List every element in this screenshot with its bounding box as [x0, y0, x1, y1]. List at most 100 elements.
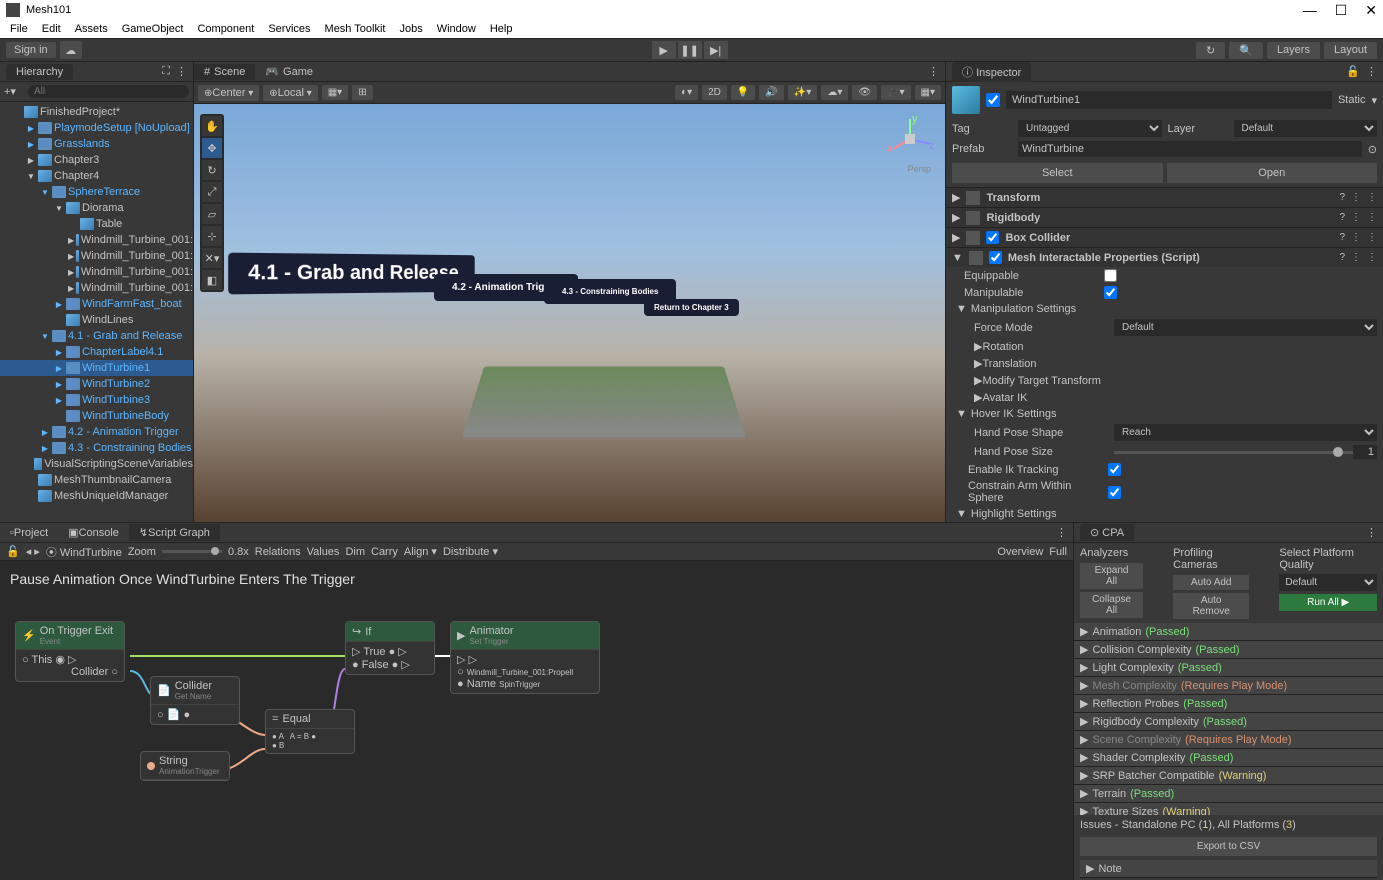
- rotate-tool[interactable]: ↻: [202, 160, 222, 180]
- hierarchy-item[interactable]: ▶WindFarmFast_boat: [0, 296, 193, 312]
- maximize-icon[interactable]: ☐: [1335, 2, 1348, 19]
- grid-button[interactable]: ▦▾: [322, 85, 348, 100]
- expand-all-button[interactable]: Expand All: [1080, 563, 1143, 589]
- node-string[interactable]: StringAnimationTrigger: [140, 751, 230, 781]
- prefab-field[interactable]: WindTurbine: [1018, 141, 1362, 157]
- panel-menu-icon[interactable]: ⋮: [1056, 526, 1067, 539]
- carry-toggle[interactable]: Carry: [371, 546, 398, 558]
- gizmo-visibility[interactable]: 👁: [852, 85, 877, 100]
- hierarchy-item[interactable]: ▶WindTurbine3: [0, 392, 193, 408]
- node-animator[interactable]: ▶AnimatorSet Trigger ▷ ▷○ Windmill_Turbi…: [450, 621, 600, 694]
- enable-ik-checkbox[interactable]: [1108, 463, 1121, 476]
- dim-toggle[interactable]: Dim: [345, 546, 365, 558]
- menu-services[interactable]: Services: [262, 21, 316, 37]
- fullscreen-button[interactable]: Full: [1049, 546, 1067, 558]
- cloud-button[interactable]: ☁: [60, 41, 82, 59]
- object-name-field[interactable]: [1006, 91, 1332, 109]
- undo-history-button[interactable]: ↻: [1196, 42, 1225, 59]
- component-mesh-interactable-properties-script-[interactable]: ▼Mesh Interactable Properties (Script)?⋮…: [946, 247, 1383, 267]
- cpa-item[interactable]: ▶Collision Complexity (Passed): [1074, 641, 1383, 659]
- menu-window[interactable]: Window: [431, 21, 482, 37]
- console-tab[interactable]: ▣Console: [58, 524, 129, 541]
- cpa-item[interactable]: ▶SRP Batcher Compatible (Warning): [1074, 767, 1383, 785]
- prefab-open-button[interactable]: Open: [1167, 163, 1378, 183]
- hierarchy-item[interactable]: ▼Chapter4: [0, 168, 193, 184]
- cam-toggle[interactable]: ☁▾: [821, 85, 848, 100]
- align-dropdown[interactable]: Align ▾: [404, 545, 437, 558]
- hierarchy-item[interactable]: ▶Windmill_Turbine_001:: [0, 232, 193, 248]
- panel-menu-icon[interactable]: ⋮: [1366, 65, 1377, 78]
- cpa-item[interactable]: ▶Mesh Complexity (Requires Play Mode): [1074, 677, 1383, 695]
- scene-tab[interactable]: #Scene: [194, 64, 255, 80]
- move-tool[interactable]: ✥: [202, 138, 222, 158]
- cpa-item[interactable]: ▶Texture Sizes (Warning): [1074, 803, 1383, 815]
- active-checkbox[interactable]: [986, 93, 1000, 107]
- layout-dropdown[interactable]: Layout: [1324, 42, 1377, 59]
- cpa-item[interactable]: ▶Reflection Probes (Passed): [1074, 695, 1383, 713]
- step-button[interactable]: ▶|: [704, 41, 728, 59]
- menu-assets[interactable]: Assets: [69, 21, 114, 37]
- scene-view[interactable]: ✋ ✥ ↻ ⤢ ▱ ⊹ ✕▾ ◧ 4.1 - Grab and Release …: [194, 104, 945, 522]
- node-equal[interactable]: =Equal ● A A = B ● ● B: [265, 709, 355, 754]
- hierarchy-add-button[interactable]: +▾: [4, 85, 22, 99]
- manipulable-checkbox[interactable]: [1104, 286, 1117, 299]
- audio-toggle[interactable]: 🔊: [759, 85, 783, 100]
- hierarchy-item[interactable]: VisualScriptingSceneVariables: [0, 456, 193, 472]
- draw-mode-button[interactable]: ◐▾: [675, 85, 698, 100]
- values-toggle[interactable]: Values: [307, 546, 340, 558]
- cpa-item[interactable]: ▶Light Complexity (Passed): [1074, 659, 1383, 677]
- menu-component[interactable]: Component: [191, 21, 260, 37]
- gizmos-dropdown[interactable]: ▦▾: [915, 85, 941, 100]
- hierarchy-item[interactable]: ▶Chapter3: [0, 152, 193, 168]
- cpa-item[interactable]: ▶Scene Complexity (Requires Play Mode): [1074, 731, 1383, 749]
- cpa-item[interactable]: ▶Shader Complexity (Passed): [1074, 749, 1383, 767]
- minimize-icon[interactable]: —: [1303, 2, 1317, 19]
- layer-dropdown[interactable]: Default: [1234, 120, 1378, 137]
- static-dropdown[interactable]: ▾: [1371, 94, 1377, 107]
- node-get-name[interactable]: 📄ColliderGet Name ○ 📄 ●: [150, 676, 240, 725]
- hand-pose-shape-dropdown[interactable]: Reach: [1114, 424, 1377, 441]
- pivot-dropdown[interactable]: ⊕Center ▾: [198, 85, 259, 101]
- game-tab[interactable]: 🎮Game: [255, 63, 323, 80]
- cpa-item[interactable]: ▶Rigidbody Complexity (Passed): [1074, 713, 1383, 731]
- cpa-note[interactable]: Note: [1098, 863, 1121, 875]
- auto-remove-button[interactable]: Auto Remove: [1173, 593, 1249, 619]
- panel-menu-icon[interactable]: ⋮: [176, 65, 187, 78]
- overview-button[interactable]: Overview: [997, 546, 1043, 558]
- hierarchy-item[interactable]: ▼SphereTerrace: [0, 184, 193, 200]
- force-mode-dropdown[interactable]: Default: [1114, 319, 1377, 336]
- hierarchy-search[interactable]: [28, 85, 189, 98]
- script-graph-tab[interactable]: ↯Script Graph: [129, 524, 220, 541]
- transform-tool[interactable]: ⊹: [202, 226, 222, 246]
- fx-toggle[interactable]: ✨▾: [788, 85, 817, 100]
- hierarchy-item[interactable]: ▼4.1 - Grab and Release: [0, 328, 193, 344]
- custom-tool-1[interactable]: ✕▾: [202, 248, 222, 268]
- hierarchy-item[interactable]: MeshUniqueIdManager: [0, 488, 193, 504]
- panel-maximize-icon[interactable]: ⛶: [162, 65, 170, 78]
- panel-menu-icon[interactable]: ⋮: [1366, 526, 1377, 539]
- hierarchy-item[interactable]: ▶Windmill_Turbine_001:: [0, 280, 193, 296]
- close-icon[interactable]: ✕: [1365, 2, 1377, 19]
- component-rigidbody[interactable]: ▶Rigidbody?⋮⋮: [946, 207, 1383, 227]
- pause-button[interactable]: ❚❚: [678, 41, 702, 59]
- run-all-button[interactable]: Run All ▶: [1279, 594, 1377, 611]
- distribute-dropdown[interactable]: Distribute ▾: [443, 545, 498, 558]
- hierarchy-item[interactable]: ▶4.3 - Constraining Bodies: [0, 440, 193, 456]
- orientation-gizmo[interactable]: y z x: [885, 114, 935, 164]
- panel-menu-icon[interactable]: ⋮: [928, 65, 939, 78]
- export-csv-button[interactable]: Export to CSV: [1080, 837, 1377, 856]
- layers-dropdown[interactable]: Layers: [1267, 42, 1320, 59]
- cpa-item[interactable]: ▶Animation (Passed): [1074, 623, 1383, 641]
- cpa-tab[interactable]: ⊙ CPA: [1080, 524, 1134, 541]
- hierarchy-item[interactable]: WindTurbineBody: [0, 408, 193, 424]
- prefab-revert-icon[interactable]: ⊙: [1368, 143, 1377, 156]
- space-dropdown[interactable]: ⊕Local ▾: [263, 85, 318, 101]
- node-if[interactable]: ↪If ▷ True ● ▷● False ● ▷: [345, 621, 435, 675]
- custom-tool-2[interactable]: ◧: [202, 270, 222, 290]
- lock-icon[interactable]: 🔓: [6, 545, 20, 558]
- constrain-arm-checkbox[interactable]: [1108, 486, 1121, 499]
- hierarchy-item[interactable]: ▶WindTurbine2: [0, 376, 193, 392]
- menu-mesh-toolkit[interactable]: Mesh Toolkit: [319, 21, 392, 37]
- menu-gameobject[interactable]: GameObject: [116, 21, 190, 37]
- menu-edit[interactable]: Edit: [36, 21, 67, 37]
